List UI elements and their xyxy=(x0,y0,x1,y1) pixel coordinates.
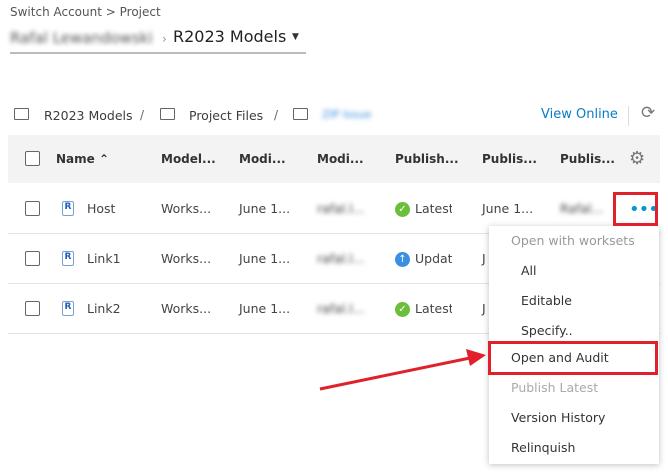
red-arrow-icon xyxy=(319,349,486,391)
